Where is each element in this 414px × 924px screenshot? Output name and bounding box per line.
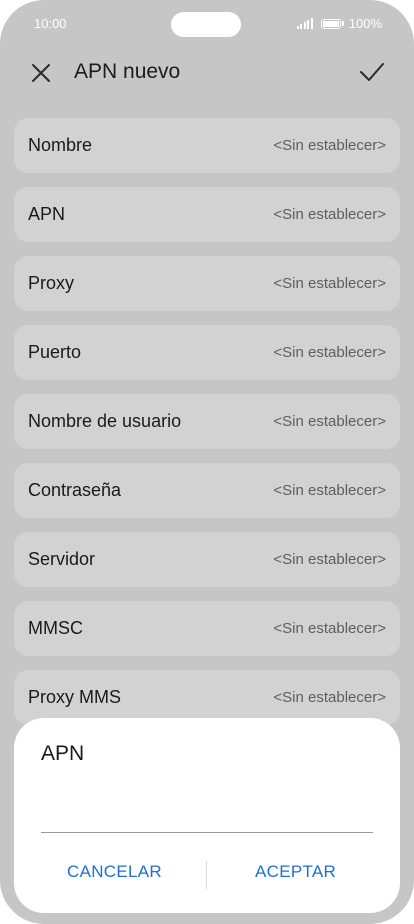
setting-row-nombre[interactable]: Nombre <Sin establecer> bbox=[14, 118, 400, 173]
setting-value: <Sin establecer> bbox=[273, 344, 386, 361]
status-bar: 10:00 100% bbox=[0, 0, 414, 46]
setting-label: Proxy bbox=[28, 273, 75, 293]
setting-label: MMSC bbox=[28, 618, 83, 638]
battery-tip bbox=[341, 21, 344, 26]
status-indicators: 100% bbox=[296, 16, 382, 31]
setting-value: <Sin establecer> bbox=[273, 413, 386, 430]
setting-label: Nombre de usuario bbox=[28, 411, 182, 431]
page-title: APN nuevo bbox=[74, 60, 181, 83]
check-icon[interactable] bbox=[358, 58, 386, 86]
setting-row-proxy-mms[interactable]: Proxy MMS <Sin establecer> bbox=[14, 670, 400, 725]
setting-label: Nombre bbox=[28, 135, 93, 155]
setting-value: <Sin establecer> bbox=[273, 206, 386, 223]
setting-row-apn[interactable]: APN <Sin establecer> bbox=[14, 187, 400, 242]
setting-value: <Sin establecer> bbox=[273, 689, 386, 706]
phone-screen: 10:00 100% APN nuevo Nombre <Sin estable… bbox=[0, 0, 414, 924]
status-time: 10:00 bbox=[34, 16, 67, 31]
camera-pill bbox=[171, 12, 241, 37]
setting-row-nombre-de-usuario[interactable]: Nombre de usuario <Sin establecer> bbox=[14, 394, 400, 449]
setting-label: Servidor bbox=[28, 549, 96, 569]
setting-value: <Sin establecer> bbox=[273, 551, 386, 568]
apn-input[interactable] bbox=[41, 788, 373, 833]
setting-value: <Sin establecer> bbox=[273, 137, 386, 154]
setting-row-servidor[interactable]: Servidor <Sin establecer> bbox=[14, 532, 400, 587]
setting-label: Proxy MMS bbox=[28, 687, 122, 707]
setting-value: <Sin establecer> bbox=[273, 275, 386, 292]
setting-row-puerto[interactable]: Puerto <Sin establecer> bbox=[14, 325, 400, 380]
apn-settings-list: Nombre <Sin establecer> APN <Sin estable… bbox=[14, 118, 400, 739]
dialog-title: APN bbox=[41, 742, 85, 765]
app-bar: APN nuevo bbox=[0, 46, 414, 102]
setting-row-contrasena[interactable]: Contraseña <Sin establecer> bbox=[14, 463, 400, 518]
battery-percent: 100% bbox=[348, 16, 382, 31]
setting-label: APN bbox=[28, 204, 66, 224]
close-icon[interactable] bbox=[28, 60, 54, 86]
setting-row-proxy[interactable]: Proxy <Sin establecer> bbox=[14, 256, 400, 311]
setting-row-mmsc[interactable]: MMSC <Sin establecer> bbox=[14, 601, 400, 656]
setting-label: Contraseña bbox=[28, 480, 122, 500]
battery-icon bbox=[320, 18, 341, 29]
setting-label: Puerto bbox=[28, 342, 82, 362]
button-divider bbox=[206, 861, 207, 889]
accept-button[interactable]: ACEPTAR bbox=[255, 862, 336, 882]
apn-input-dialog: APN CANCELAR ACEPTAR bbox=[14, 718, 400, 913]
signal-icon bbox=[296, 18, 313, 29]
cancel-button[interactable]: CANCELAR bbox=[67, 862, 162, 882]
setting-value: <Sin establecer> bbox=[273, 482, 386, 499]
setting-value: <Sin establecer> bbox=[273, 620, 386, 637]
